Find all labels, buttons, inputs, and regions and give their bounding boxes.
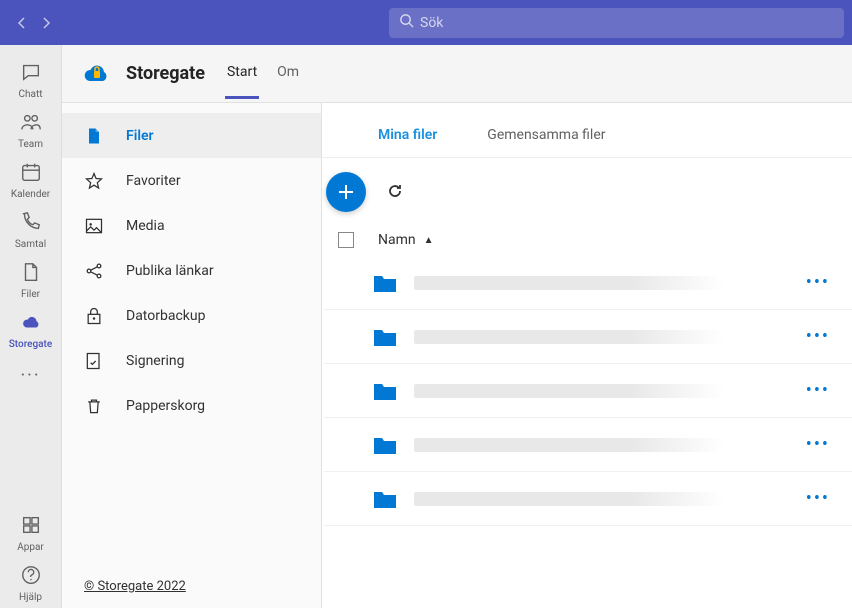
sidebar-item-favoriter[interactable]: Favoriter: [62, 158, 321, 203]
cloud-icon: [20, 311, 42, 337]
rail-item-hjälp[interactable]: Hjälp: [17, 558, 44, 608]
nav-forward-button[interactable]: [36, 13, 56, 33]
filename-placeholder: [414, 276, 724, 290]
add-button[interactable]: [326, 172, 366, 212]
refresh-button[interactable]: [386, 182, 406, 202]
rail-item-kalender[interactable]: Kalender: [9, 155, 53, 205]
file-row[interactable]: •••: [324, 418, 852, 472]
star-icon: [84, 171, 104, 191]
folder-icon: [372, 326, 398, 348]
apps-icon: [20, 514, 42, 540]
sidebar-item-filer[interactable]: Filer: [62, 113, 321, 158]
file-row[interactable]: •••: [324, 472, 852, 526]
search-icon: [399, 13, 414, 32]
file-row[interactable]: •••: [324, 256, 852, 310]
row-menu-button[interactable]: •••: [806, 380, 838, 401]
folder-icon: [372, 488, 398, 510]
file-row[interactable]: •••: [324, 310, 852, 364]
rail-item-storegate[interactable]: Storegate: [9, 305, 53, 355]
folder-icon: [372, 272, 398, 294]
sidebar-item-publika-länkar[interactable]: Publika länkar: [62, 248, 321, 293]
sidebar-item-label: Datorbackup: [126, 308, 205, 324]
share-icon: [84, 261, 104, 281]
sidebar-item-papperskorg[interactable]: Papperskorg: [62, 383, 321, 428]
sidebar-item-label: Publika länkar: [126, 263, 214, 279]
search-input[interactable]: [420, 15, 834, 31]
row-menu-button[interactable]: •••: [806, 326, 838, 347]
sidebar: Filer Favoriter Media Publika länkar Datorba…: [62, 103, 322, 608]
lock-icon: [84, 306, 104, 326]
column-name-header[interactable]: Namn ▲: [378, 232, 434, 248]
rail-item-chatt[interactable]: Chatt: [9, 55, 53, 105]
rail-label: Chatt: [19, 89, 43, 100]
filename-placeholder: [414, 330, 724, 344]
sign-icon: [84, 351, 104, 371]
sidebar-item-datorbackup[interactable]: Datorbackup: [62, 293, 321, 338]
sidebar-item-signering[interactable]: Signering: [62, 338, 321, 383]
column-name-label: Namn: [378, 232, 416, 248]
app-tab-start[interactable]: Start: [225, 64, 259, 99]
rail-label: Filer: [21, 289, 40, 300]
sidebar-item-media[interactable]: Media: [62, 203, 321, 248]
rail-label: Appar: [17, 542, 44, 553]
filename-placeholder: [414, 438, 724, 452]
file-solid-icon: [84, 126, 104, 146]
rail-label: Samtal: [15, 239, 46, 250]
rail-label: Kalender: [11, 189, 50, 200]
rail-item-samtal[interactable]: Samtal: [9, 205, 53, 255]
file-row[interactable]: •••: [324, 364, 852, 418]
help-icon: [20, 564, 42, 590]
files-pane: Mina filer Gemensamma filer Namn: [322, 103, 852, 608]
sidebar-item-label: Signering: [126, 353, 184, 369]
app-header: Storegate Start Om: [62, 45, 852, 103]
files-tab-gemensamma-filer[interactable]: Gemensamma filer: [487, 127, 605, 145]
sidebar-item-label: Favoriter: [126, 173, 181, 189]
filename-placeholder: [414, 384, 724, 398]
search-bar[interactable]: [389, 8, 844, 38]
storegate-logo-icon: [82, 59, 112, 89]
folder-icon: [372, 380, 398, 402]
rail-item-filer[interactable]: Filer: [9, 255, 53, 305]
rail-label: Team: [18, 139, 43, 150]
rail-item-appar[interactable]: Appar: [17, 508, 44, 558]
copyright-link[interactable]: © Storegate 2022: [62, 565, 321, 608]
row-menu-button[interactable]: •••: [806, 434, 838, 455]
folder-icon: [372, 434, 398, 456]
rail-label: Storegate: [9, 339, 53, 350]
file-icon: [20, 261, 42, 287]
row-menu-button[interactable]: •••: [806, 272, 838, 293]
nav-back-button[interactable]: [12, 13, 32, 33]
row-menu-button[interactable]: •••: [806, 488, 838, 509]
app-tab-om[interactable]: Om: [275, 64, 301, 99]
chat-icon: [20, 61, 42, 87]
rail-label: Hjälp: [19, 592, 42, 603]
rail-item-team[interactable]: Team: [9, 105, 53, 155]
sidebar-item-label: Media: [126, 218, 165, 234]
trash-icon: [84, 396, 104, 416]
sidebar-item-label: Papperskorg: [126, 398, 205, 414]
call-icon: [20, 211, 42, 237]
sort-asc-icon: ▲: [424, 235, 434, 246]
calendar-icon: [20, 161, 42, 187]
select-all-checkbox[interactable]: [338, 232, 354, 248]
image-icon: [84, 216, 104, 236]
app-rail: Chatt Team Kalender Samtal Filer Storegate ··…: [0, 45, 62, 608]
app-name: Storegate: [126, 63, 205, 84]
team-icon: [20, 111, 42, 137]
rail-more-button[interactable]: ···: [20, 365, 40, 386]
files-tab-mina-filer[interactable]: Mina filer: [378, 127, 437, 145]
sidebar-item-label: Filer: [126, 128, 154, 144]
filename-placeholder: [414, 492, 724, 506]
